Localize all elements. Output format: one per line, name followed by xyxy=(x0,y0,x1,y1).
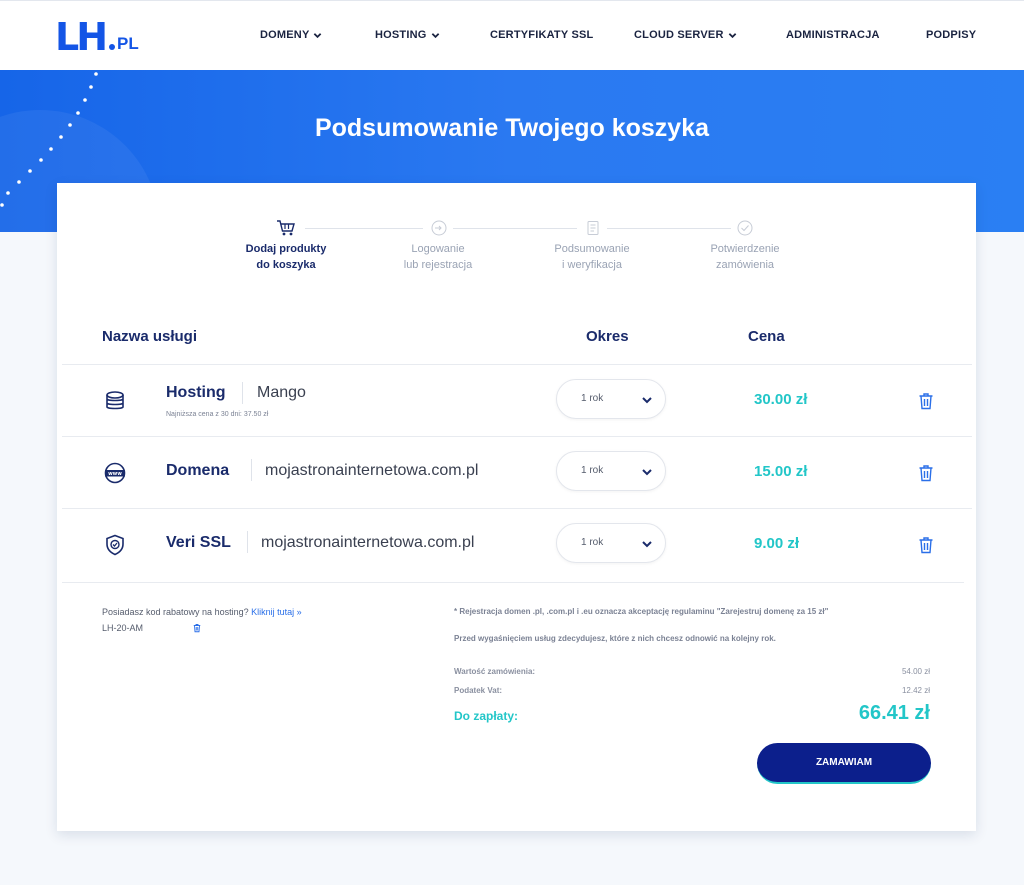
period-select[interactable]: 1 rok xyxy=(556,523,666,563)
nav-label: HOSTING xyxy=(375,29,427,41)
nav-item-hosting[interactable]: HOSTING xyxy=(375,29,440,41)
login-icon xyxy=(431,220,447,236)
cart-icon xyxy=(277,220,295,236)
trash-icon[interactable] xyxy=(193,623,201,633)
divider xyxy=(247,531,248,553)
step-label: lub rejestracja xyxy=(403,259,473,271)
period-value: 1 rok xyxy=(581,537,604,548)
cart-row-domain: www Domena mojastronainternetowa.com.pl … xyxy=(62,436,972,508)
service-plan: Mango xyxy=(257,384,306,401)
database-icon xyxy=(106,391,124,410)
step-label: do koszyka xyxy=(256,259,316,271)
row-price: 30.00 zł xyxy=(754,391,808,408)
chevron-down-icon xyxy=(728,32,736,38)
step-connector xyxy=(453,228,577,229)
coupon-link[interactable]: Kliknij tutaj » xyxy=(251,607,302,617)
order-button[interactable]: ZAMAWIAM xyxy=(757,743,931,784)
domain-name: mojastronainternetowa.com.pl xyxy=(265,462,479,479)
chevron-down-icon xyxy=(314,32,322,38)
total-label: Do zapłaty: xyxy=(454,709,519,723)
trash-icon[interactable] xyxy=(918,464,934,482)
period-select[interactable]: 1 rok xyxy=(556,379,666,419)
chevron-down-icon xyxy=(431,32,439,38)
row-price: 9.00 zł xyxy=(754,535,800,552)
divider xyxy=(242,382,243,404)
step-label: Dodaj produkty xyxy=(245,243,327,255)
chevron-down-icon xyxy=(642,397,652,404)
step-connector xyxy=(305,228,423,229)
logo-suffix: PL xyxy=(117,34,139,53)
divider xyxy=(62,582,964,583)
order-value: 54.00 zł xyxy=(901,667,930,676)
nav-label: DOMENY xyxy=(260,29,310,41)
renewal-note: Przed wygaśnięciem usług zdecydujesz, kt… xyxy=(454,634,776,643)
cart-row-ssl: Veri SSL mojastronainternetowa.com.pl 1 … xyxy=(62,508,972,580)
chevron-down-icon xyxy=(642,469,652,476)
column-header-name: Nazwa usługi xyxy=(102,328,198,345)
nav-label: CLOUD SERVER xyxy=(634,29,724,41)
step-login: Logowanie lub rejestracja xyxy=(378,241,498,273)
top-navigation: LH PL DOMENY HOSTING CERTYFIKATY SSL CLO… xyxy=(0,0,1024,70)
order-value-label: Wartość zamówienia: xyxy=(454,667,536,676)
trash-icon[interactable] xyxy=(918,392,934,410)
step-label: Podsumowanie xyxy=(554,243,630,255)
lh-pl-logo[interactable]: LH PL xyxy=(55,18,139,56)
vat-value: 12.42 zł xyxy=(901,686,930,695)
step-confirmation: Potwierdzenie zamówienia xyxy=(685,241,805,273)
www-globe-icon: www xyxy=(104,462,126,484)
cart-card: Dodaj produkty do koszyka Logowanie lub … xyxy=(57,183,976,831)
cart-row-hosting: Hosting Mango Najniższa cena z 30 dni: 3… xyxy=(62,364,972,436)
step-add-products: Dodaj produkty do koszyka xyxy=(226,241,346,273)
shield-icon xyxy=(106,534,124,556)
logo-dot xyxy=(109,44,116,50)
logo-text: LH xyxy=(55,15,108,59)
page-title: Podsumowanie Twojego koszyka xyxy=(314,114,710,142)
coupon-code: LH-20-AM xyxy=(102,623,144,633)
period-value: 1 rok xyxy=(581,393,604,404)
svg-text:www: www xyxy=(108,471,122,477)
nav-label: ADMINISTRACJA xyxy=(786,29,880,41)
service-name: Domena xyxy=(166,462,230,479)
row-price: 15.00 zł xyxy=(754,463,808,480)
nav-label: CERTYFIKATY SSL xyxy=(490,29,594,41)
coupon-question: Posiadasz kod rabatowy na hosting? Klikn… xyxy=(102,607,302,617)
period-value: 1 rok xyxy=(581,465,604,476)
period-select[interactable]: 1 rok xyxy=(556,451,666,491)
step-label: Potwierdzenie xyxy=(710,243,780,255)
step-label: zamówienia xyxy=(715,259,775,271)
registration-note: * Rejestracja domen .pl, .com.pl i .eu o… xyxy=(454,607,829,616)
coupon-question-text: Posiadasz kod rabatowy na hosting? xyxy=(102,607,249,617)
step-summary: Podsumowanie i weryfikacja xyxy=(532,241,652,273)
nav-item-podpisy[interactable]: PODPISY xyxy=(926,29,976,41)
trash-icon[interactable] xyxy=(918,536,934,554)
service-name: Hosting xyxy=(166,384,226,401)
column-header-price: Cena xyxy=(748,328,785,345)
service-name: Veri SSL xyxy=(166,534,231,551)
check-icon xyxy=(737,220,753,236)
divider xyxy=(251,459,252,481)
nav-item-certyfikaty-ssl[interactable]: CERTYFIKATY SSL xyxy=(490,29,593,41)
step-label: Logowanie xyxy=(411,243,465,255)
lowest-price-note: Najniższa cena z 30 dni: 37.50 zł xyxy=(166,411,269,418)
column-header-period: Okres xyxy=(586,328,629,345)
domain-name: mojastronainternetowa.com.pl xyxy=(261,534,475,551)
total-value: 66.41 zł xyxy=(858,702,930,724)
chevron-down-icon xyxy=(642,541,652,548)
vat-label: Podatek Vat: xyxy=(454,686,503,695)
document-icon xyxy=(587,221,599,235)
step-connector xyxy=(607,228,731,229)
nav-item-cloud-server[interactable]: CLOUD SERVER xyxy=(634,29,737,41)
nav-item-domeny[interactable]: DOMENY xyxy=(260,29,322,41)
nav-label: PODPISY xyxy=(926,29,977,41)
step-label: i weryfikacja xyxy=(562,259,622,271)
nav-item-administracja[interactable]: ADMINISTRACJA xyxy=(786,29,880,41)
